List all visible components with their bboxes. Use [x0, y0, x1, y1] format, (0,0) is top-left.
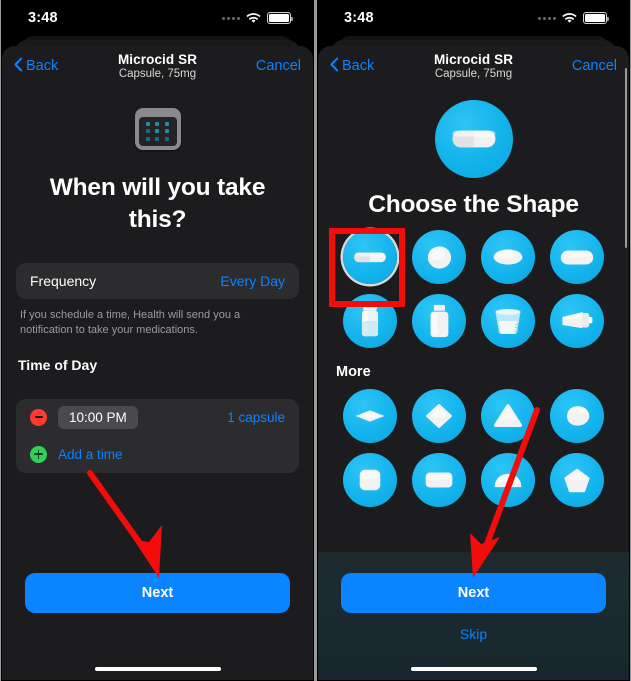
capsule-icon: [434, 100, 513, 178]
left-sheet: Back Microcid SR Capsule, 75mg Cancel Wh…: [2, 46, 313, 680]
shape-option-diamond-thin[interactable]: [336, 389, 405, 444]
back-button[interactable]: Back: [330, 57, 374, 76]
back-button-label: Back: [26, 58, 59, 74]
shape-option-square[interactable]: [336, 453, 405, 508]
wifi-icon: [562, 12, 577, 24]
more-section-header: More: [336, 364, 371, 381]
calendar-icon: [134, 108, 181, 150]
wifi-icon: [246, 12, 261, 24]
time-of-day-group: 10:00 PM 1 capsule Add a time: [16, 398, 299, 473]
frequency-value[interactable]: Every Day: [220, 273, 285, 289]
vial-shape-icon: [362, 305, 379, 337]
calendar-icon-dots: [138, 117, 177, 146]
diamond-shape-icon: [426, 404, 452, 429]
red-highlight-box-around-capsule-shape: [329, 228, 405, 307]
right-screen: 3:48 Back Microcid SR Capsule, 75mg Canc…: [318, 0, 629, 680]
shape-option-bottle[interactable]: [405, 294, 474, 349]
plus-circle-icon[interactable]: [30, 445, 47, 463]
shape-option-pentagon[interactable]: [542, 453, 611, 508]
left-screen: 3:48 Back Microcid SR Capsule, 75mg Canc…: [2, 0, 313, 680]
shape-option-oblong-tablet[interactable]: [542, 230, 611, 285]
diamond-thin-shape-icon: [355, 410, 385, 422]
time-value-chip[interactable]: 10:00 PM: [58, 405, 138, 429]
nav-bar-left: Back Microcid SR Capsule, 75mg Cancel: [2, 46, 313, 86]
shape-option-oval-tablet[interactable]: [474, 230, 543, 285]
cellular-dots-icon: [222, 16, 240, 20]
back-button[interactable]: Back: [14, 57, 58, 76]
next-button-left[interactable]: Next: [25, 573, 290, 613]
tube-shape-icon: [562, 312, 593, 329]
dose-quantity[interactable]: 1 capsule: [227, 410, 285, 425]
add-time-label[interactable]: Add a time: [58, 447, 123, 462]
status-time: 3:48: [344, 10, 374, 26]
rectangle-shape-icon: [425, 472, 453, 488]
status-time: 3:48: [28, 10, 58, 26]
battery-full-icon: [583, 12, 609, 24]
status-bar-left: 3:48: [2, 0, 313, 36]
time-of-day-header: Time of Day: [18, 356, 98, 373]
capsule-shape-icon: [452, 130, 495, 148]
teardrop-shape-icon: [566, 406, 589, 426]
add-time-row[interactable]: Add a time: [16, 436, 299, 473]
frequency-footnote: If you schedule a time, Health will send…: [20, 308, 241, 337]
square-shape-icon: [360, 470, 381, 491]
left-heading: When will you take this?: [49, 174, 266, 234]
shape-option-liquid-cup[interactable]: [474, 294, 543, 349]
home-indicator-right: [410, 667, 537, 671]
right-phone-screenshot: 3:48 Back Microcid SR Capsule, 75mg Canc…: [317, 0, 630, 681]
next-button-right[interactable]: Next: [341, 573, 606, 613]
liquid-cup-shape-icon: [495, 309, 521, 335]
frequency-group: Frequency Every Day: [16, 262, 299, 299]
cellular-dots-icon: [538, 16, 556, 20]
shape-option-rectangle[interactable]: [405, 453, 474, 508]
frequency-label: Frequency: [30, 272, 97, 289]
shape-option-semicircle[interactable]: [474, 453, 543, 508]
right-heading: Choose the Shape: [368, 191, 579, 218]
vertical-scrollbar[interactable]: [624, 68, 627, 248]
semicircle-shape-icon: [494, 473, 522, 487]
bottom-action-veil: [318, 552, 629, 680]
status-bar-right: 3:48: [318, 0, 629, 36]
chevron-left-icon: [14, 57, 23, 76]
round-tablet-shape-icon: [427, 246, 451, 269]
frequency-row[interactable]: Frequency Every Day: [16, 263, 299, 299]
back-button-label: Back: [342, 58, 375, 74]
screenshot-stage: 3:48 Back Microcid SR Capsule, 75mg Canc…: [0, 0, 631, 681]
status-indicators: [222, 12, 293, 24]
cancel-button[interactable]: Cancel: [572, 58, 617, 74]
status-indicators: [538, 12, 609, 24]
triangle-shape-icon: [493, 404, 522, 427]
nav-bar-right: Back Microcid SR Capsule, 75mg Cancel: [318, 46, 629, 86]
cancel-button[interactable]: Cancel: [256, 58, 301, 74]
oval-tablet-shape-icon: [493, 249, 523, 265]
minus-circle-icon[interactable]: [30, 408, 47, 426]
shape-option-tube[interactable]: [542, 294, 611, 349]
battery-full-icon: [267, 12, 293, 24]
time-entry-row[interactable]: 10:00 PM 1 capsule: [16, 399, 299, 436]
shape-option-teardrop[interactable]: [542, 389, 611, 444]
home-indicator-left: [94, 667, 221, 671]
skip-button[interactable]: Skip: [318, 626, 629, 642]
shape-option-triangle[interactable]: [474, 389, 543, 444]
shape-option-diamond[interactable]: [405, 389, 474, 444]
shape-grid-more: [318, 380, 629, 508]
bottle-shape-icon: [430, 305, 449, 338]
chevron-left-icon: [330, 57, 339, 76]
left-phone-screenshot: 3:48 Back Microcid SR Capsule, 75mg Canc…: [1, 0, 314, 681]
oblong-tablet-shape-icon: [560, 250, 593, 265]
pentagon-shape-icon: [564, 468, 590, 493]
shape-option-round-tablet[interactable]: [405, 230, 474, 285]
